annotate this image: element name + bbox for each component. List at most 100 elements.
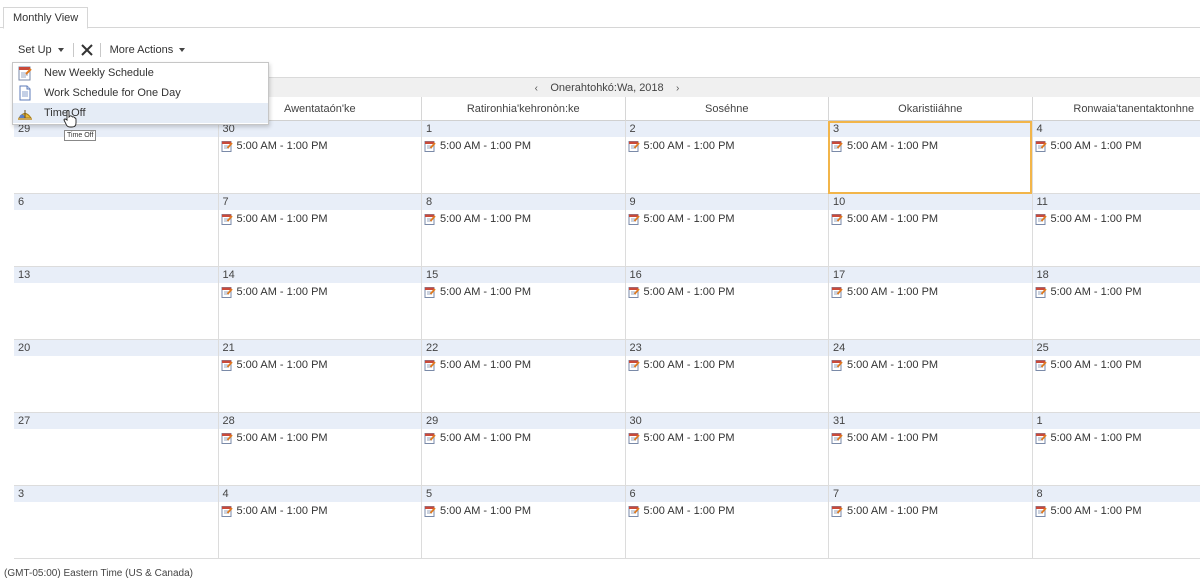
menu-item-time-off[interactable]: Time Off <box>13 103 268 123</box>
schedule-entry[interactable]: 5:00 AM - 1:00 PM <box>829 138 1032 154</box>
schedule-entry-label: 5:00 AM - 1:00 PM <box>440 505 532 517</box>
day-cell[interactable]: 23 5:00 AM - 1:00 PM <box>624 340 829 413</box>
day-cell[interactable]: 30 5:00 AM - 1:00 PM <box>624 413 829 486</box>
schedule-entry[interactable]: 5:00 AM - 1:00 PM <box>626 503 829 519</box>
schedule-entry[interactable]: 5:00 AM - 1:00 PM <box>219 284 422 300</box>
day-cell[interactable]: 4 5:00 AM - 1:00 PM <box>1031 121 1200 194</box>
schedule-entry[interactable]: 5:00 AM - 1:00 PM <box>626 211 829 227</box>
schedule-entry[interactable]: 5:00 AM - 1:00 PM <box>1033 430 1200 446</box>
day-cell[interactable]: 29 5:00 AM - 1:00 PM <box>421 413 625 486</box>
schedule-entry[interactable]: 5:00 AM - 1:00 PM <box>219 211 422 227</box>
schedule-icon <box>424 433 436 444</box>
schedule-entry-label: 5:00 AM - 1:00 PM <box>847 505 939 517</box>
day-cell[interactable]: 11 5:00 AM - 1:00 PM <box>1031 194 1200 267</box>
day-cell[interactable]: 2 5:00 AM - 1:00 PM <box>624 121 829 194</box>
schedule-icon <box>1035 360 1047 371</box>
day-cell[interactable]: 8 5:00 AM - 1:00 PM <box>421 194 625 267</box>
schedule-entry[interactable]: 5:00 AM - 1:00 PM <box>219 138 422 154</box>
schedule-icon <box>424 287 436 298</box>
day-cell[interactable]: 6 5:00 AM - 1:00 PM <box>624 486 829 559</box>
day-cell[interactable]: 13 <box>14 267 218 340</box>
schedule-entry-label: 5:00 AM - 1:00 PM <box>236 505 328 517</box>
day-number: 21 <box>218 340 421 356</box>
schedule-entry[interactable]: 5:00 AM - 1:00 PM <box>422 357 625 373</box>
schedule-entry[interactable]: 5:00 AM - 1:00 PM <box>422 430 625 446</box>
schedule-entry-label: 5:00 AM - 1:00 PM <box>643 432 735 444</box>
schedule-entry[interactable]: 5:00 AM - 1:00 PM <box>829 357 1032 373</box>
day-number: 14 <box>218 267 421 283</box>
day-cell[interactable]: 1 5:00 AM - 1:00 PM <box>421 121 625 194</box>
schedule-entry[interactable]: 5:00 AM - 1:00 PM <box>219 357 422 373</box>
day-cell[interactable]: 3 <box>14 486 218 559</box>
menu-item-new-weekly-schedule[interactable]: New Weekly Schedule <box>13 63 268 83</box>
day-cell[interactable]: 20 <box>14 340 218 413</box>
schedule-entry[interactable]: 5:00 AM - 1:00 PM <box>422 503 625 519</box>
toolbar-separator <box>72 43 74 57</box>
setup-button[interactable]: Set Up <box>12 40 70 60</box>
tab-monthly-view[interactable]: Monthly View <box>3 7 89 29</box>
day-cell[interactable]: 21 5:00 AM - 1:00 PM <box>217 340 422 413</box>
day-cell[interactable]: 18 5:00 AM - 1:00 PM <box>1031 267 1200 340</box>
schedule-entry[interactable]: 5:00 AM - 1:00 PM <box>626 357 829 373</box>
day-number: 30 <box>625 413 828 429</box>
schedule-entry[interactable]: 5:00 AM - 1:00 PM <box>219 503 422 519</box>
day-number: 27 <box>14 413 218 429</box>
schedule-entry[interactable]: 5:00 AM - 1:00 PM <box>626 138 829 154</box>
day-cell[interactable]: 7 5:00 AM - 1:00 PM <box>828 486 1032 559</box>
day-cell[interactable]: 31 5:00 AM - 1:00 PM <box>828 413 1032 486</box>
day-number: 13 <box>14 267 218 283</box>
day-cell[interactable]: 17 5:00 AM - 1:00 PM <box>828 267 1032 340</box>
day-cell[interactable]: 16 5:00 AM - 1:00 PM <box>624 267 829 340</box>
schedule-entry[interactable]: 5:00 AM - 1:00 PM <box>422 284 625 300</box>
more-actions-button[interactable]: More Actions <box>104 40 192 60</box>
delete-button[interactable] <box>77 40 97 60</box>
schedule-entry[interactable]: 5:00 AM - 1:00 PM <box>829 211 1032 227</box>
schedule-icon <box>221 506 233 517</box>
day-cell[interactable]: 6 <box>14 194 218 267</box>
schedule-entry[interactable]: 5:00 AM - 1:00 PM <box>422 138 625 154</box>
schedule-entry[interactable]: 5:00 AM - 1:00 PM <box>219 430 422 446</box>
day-cell[interactable]: 28 5:00 AM - 1:00 PM <box>217 413 422 486</box>
schedule-icon <box>1035 141 1047 152</box>
schedule-entry[interactable]: 5:00 AM - 1:00 PM <box>422 211 625 227</box>
day-cell[interactable]: 7 5:00 AM - 1:00 PM <box>217 194 422 267</box>
schedule-icon <box>831 506 843 517</box>
day-cell[interactable]: 9 5:00 AM - 1:00 PM <box>624 194 829 267</box>
day-cell[interactable]: 25 5:00 AM - 1:00 PM <box>1031 340 1200 413</box>
menu-item-work-schedule-one-day[interactable]: Work Schedule for One Day <box>13 83 268 103</box>
chevron-right-icon[interactable]: › <box>670 83 686 94</box>
day-cell[interactable]: 15 5:00 AM - 1:00 PM <box>421 267 625 340</box>
day-cell[interactable]: 10 5:00 AM - 1:00 PM <box>828 194 1032 267</box>
day-cell[interactable]: 29 <box>14 121 218 194</box>
day-cell[interactable]: 30 5:00 AM - 1:00 PM <box>217 121 422 194</box>
schedule-entry[interactable]: 5:00 AM - 1:00 PM <box>1033 138 1200 154</box>
schedule-entry-label: 5:00 AM - 1:00 PM <box>236 140 328 152</box>
schedule-entry[interactable]: 5:00 AM - 1:00 PM <box>1033 284 1200 300</box>
day-cell[interactable]: 4 5:00 AM - 1:00 PM <box>217 486 422 559</box>
toolbar-separator <box>99 43 101 57</box>
chevron-left-icon[interactable]: ‹ <box>528 83 544 94</box>
day-cell[interactable]: 1 5:00 AM - 1:00 PM <box>1031 413 1200 486</box>
schedule-icon <box>628 506 640 517</box>
schedule-entry[interactable]: 5:00 AM - 1:00 PM <box>626 430 829 446</box>
schedule-entry[interactable]: 5:00 AM - 1:00 PM <box>1033 503 1200 519</box>
schedule-entry[interactable]: 5:00 AM - 1:00 PM <box>1033 357 1200 373</box>
schedule-entry[interactable]: 5:00 AM - 1:00 PM <box>829 503 1032 519</box>
schedule-entry[interactable]: 5:00 AM - 1:00 PM <box>829 430 1032 446</box>
day-cell[interactable]: 24 5:00 AM - 1:00 PM <box>828 340 1032 413</box>
day-cell[interactable]: 14 5:00 AM - 1:00 PM <box>217 267 422 340</box>
day-cell[interactable]: 27 <box>14 413 218 486</box>
day-cell[interactable]: 5 5:00 AM - 1:00 PM <box>421 486 625 559</box>
day-cell[interactable]: 3 5:00 AM - 1:00 PM <box>828 121 1032 194</box>
day-cell[interactable]: 8 5:00 AM - 1:00 PM <box>1031 486 1200 559</box>
schedule-entry[interactable]: 5:00 AM - 1:00 PM <box>1033 211 1200 227</box>
day-number: 31 <box>829 413 1032 429</box>
day-number: 4 <box>218 486 421 502</box>
weekday-header: Soséhne <box>624 97 829 121</box>
menu-item-label: New Weekly Schedule <box>44 67 154 79</box>
schedule-entry[interactable]: 5:00 AM - 1:00 PM <box>626 284 829 300</box>
day-number: 7 <box>829 486 1032 502</box>
schedule-entry-label: 5:00 AM - 1:00 PM <box>847 432 939 444</box>
day-cell[interactable]: 22 5:00 AM - 1:00 PM <box>421 340 625 413</box>
schedule-entry[interactable]: 5:00 AM - 1:00 PM <box>829 284 1032 300</box>
